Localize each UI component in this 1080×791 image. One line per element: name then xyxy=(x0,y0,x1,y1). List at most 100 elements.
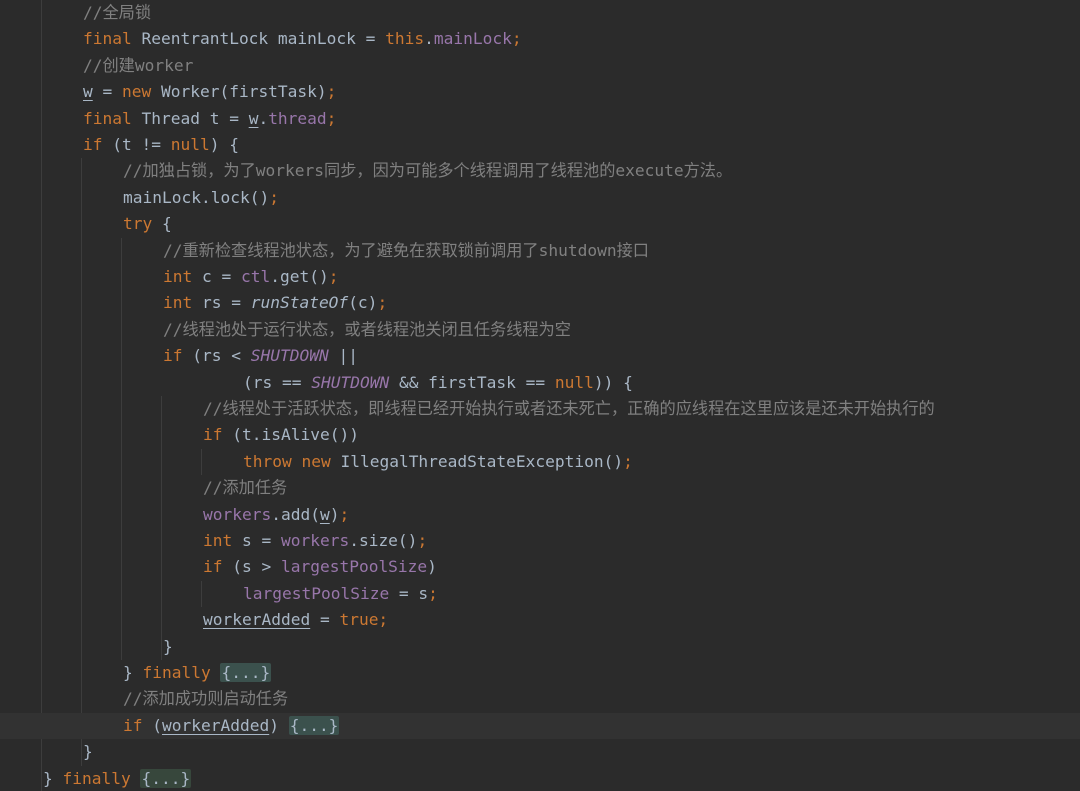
code-token: ; xyxy=(328,267,339,286)
code-token: . xyxy=(258,108,269,128)
code-line[interactable]: int s = workers.size(); xyxy=(0,528,1080,554)
code-token: thread xyxy=(268,108,327,128)
code-token: ; xyxy=(269,187,279,207)
code-line[interactable]: if (t != null) { xyxy=(0,132,1080,158)
code-line[interactable]: //添加成功则启动任务 xyxy=(0,686,1080,712)
folded-block[interactable]: {...} xyxy=(288,715,340,735)
code-line[interactable]: if (rs < SHUTDOWN || xyxy=(0,343,1080,369)
code-line[interactable]: throw new IllegalThreadStateException(); xyxy=(0,449,1080,475)
code-line-text: //添加任务 xyxy=(203,475,287,501)
code-token: Thread t = xyxy=(141,108,249,128)
code-token: && firstTask == xyxy=(389,372,555,392)
code-token: workers xyxy=(203,504,272,524)
code-token: finally xyxy=(142,663,221,682)
code-token: final xyxy=(83,108,142,128)
code-token: { xyxy=(161,214,172,234)
code-line[interactable]: } xyxy=(0,634,1080,660)
code-token: ; xyxy=(428,583,438,603)
code-token: (t != xyxy=(112,135,171,154)
code-line[interactable]: largestPoolSize = s; xyxy=(0,581,1080,607)
code-line[interactable]: w = new Worker(firstTask); xyxy=(0,79,1080,105)
code-line-text: //重新检查线程池状态，为了避免在获取锁前调用了shutdown接口 xyxy=(163,238,649,264)
code-token: //加独占锁，为了workers同步，因为可能多个线程调用了线程池的execut… xyxy=(123,161,733,181)
code-token: .get() xyxy=(270,267,329,286)
code-token: IllegalThreadStateException() xyxy=(340,451,624,471)
code-line-text: //添加成功则启动任务 xyxy=(123,686,288,712)
code-line[interactable]: //重新检查线程池状态，为了避免在获取锁前调用了shutdown接口 xyxy=(0,238,1080,264)
code-line[interactable]: } finally {...} xyxy=(0,660,1080,686)
code-token: ; xyxy=(339,504,350,524)
code-line[interactable]: if (workerAdded) {...} xyxy=(0,712,1080,740)
code-line[interactable]: mainLock.lock(); xyxy=(0,185,1080,211)
code-token: //线程池处于运行状态，或者线程池关闭且任务线程为空 xyxy=(163,319,571,339)
code-token: if xyxy=(163,346,193,366)
code-token: true; xyxy=(339,610,389,630)
code-token: (c) xyxy=(348,293,378,313)
code-token: (s > xyxy=(232,557,281,577)
code-line[interactable]: //全局锁 xyxy=(0,0,1080,26)
code-token: } xyxy=(43,768,63,788)
code-line[interactable]: //线程处于活跃状态，即线程已经开始执行或者还未死亡，正确的应线程在这里应该是还… xyxy=(0,396,1080,422)
code-token: } xyxy=(123,663,143,682)
code-line[interactable]: int rs = runStateOf(c); xyxy=(0,290,1080,316)
code-line[interactable]: try { xyxy=(0,211,1080,237)
code-line[interactable]: workerAdded = true; xyxy=(0,607,1080,633)
code-line[interactable]: workers.add(w); xyxy=(0,502,1080,528)
code-line-text: mainLock.lock(); xyxy=(123,185,279,211)
code-token: ; xyxy=(377,293,388,313)
code-token: ctl xyxy=(240,267,271,286)
code-token: )) { xyxy=(593,372,633,392)
code-line-text: //创建worker xyxy=(83,53,193,79)
code-token: new xyxy=(122,82,161,102)
code-line-text: if (rs < SHUTDOWN || xyxy=(163,343,358,369)
code-token: try xyxy=(123,214,162,234)
code-token: ) xyxy=(269,715,289,735)
folded-block[interactable]: {...} xyxy=(220,663,272,682)
code-token: ) xyxy=(329,504,340,524)
code-line[interactable]: } xyxy=(0,739,1080,765)
code-token: ; xyxy=(326,82,337,102)
code-line[interactable]: if (s > largestPoolSize) xyxy=(0,554,1080,580)
code-line[interactable]: if (t.isAlive()) xyxy=(0,422,1080,448)
code-line[interactable]: //线程池处于运行状态，或者线程池关闭且任务线程为空 xyxy=(0,317,1080,343)
code-token: .add( xyxy=(271,504,320,524)
code-line[interactable]: int c = ctl.get(); xyxy=(0,264,1080,290)
code-token: largestPoolSize xyxy=(280,557,428,577)
code-token: ) xyxy=(427,557,437,577)
code-token: } xyxy=(163,636,173,656)
code-token: int xyxy=(203,531,242,550)
code-line[interactable]: //添加任务 xyxy=(0,475,1080,501)
code-token: ( xyxy=(152,715,162,735)
code-line-text: if (t.isAlive()) xyxy=(203,422,359,448)
code-line[interactable]: //加独占锁，为了workers同步，因为可能多个线程调用了线程池的execut… xyxy=(0,158,1080,184)
code-line-text: int rs = runStateOf(c); xyxy=(163,290,387,316)
code-token: if xyxy=(83,135,113,154)
code-token: c = xyxy=(201,267,241,286)
code-line-text: //加独占锁，为了workers同步，因为可能多个线程调用了线程池的execut… xyxy=(123,158,732,184)
code-token: = s xyxy=(389,583,429,603)
code-token: (rs == xyxy=(243,372,312,392)
code-line[interactable]: } finally {...} xyxy=(0,766,1080,791)
code-token: workerAdded xyxy=(203,610,311,630)
code-token: w xyxy=(248,108,259,128)
code-line[interactable]: final ReentrantLock mainLock = this.main… xyxy=(0,26,1080,52)
code-line-text: largestPoolSize = s; xyxy=(243,581,438,607)
code-token: . xyxy=(424,29,434,49)
code-editor[interactable]: //全局锁 final ReentrantLock mainLock = this… xyxy=(0,0,1080,791)
code-line[interactable]: //创建worker xyxy=(0,53,1080,79)
code-line[interactable]: final Thread t = w.thread; xyxy=(0,106,1080,132)
code-line-text: //全局锁 xyxy=(83,0,151,26)
code-token: s = xyxy=(241,531,281,550)
code-line-text: } finally {...} xyxy=(123,660,272,686)
code-line[interactable]: (rs == SHUTDOWN && firstTask == null)) { xyxy=(0,370,1080,396)
code-line-text: //线程处于活跃状态，即线程已经开始执行或者还未死亡，正确的应线程在这里应该是还… xyxy=(203,396,935,422)
code-token: } xyxy=(83,742,93,762)
folded-block[interactable]: {...} xyxy=(140,768,192,788)
code-token: w xyxy=(83,82,93,102)
code-token: int xyxy=(163,293,202,313)
code-token: ; xyxy=(326,108,337,128)
code-token: if xyxy=(203,425,233,445)
code-token: (rs < xyxy=(192,346,251,366)
code-token: mainLock xyxy=(433,29,512,49)
code-line-text: final ReentrantLock mainLock = this.main… xyxy=(83,26,522,52)
